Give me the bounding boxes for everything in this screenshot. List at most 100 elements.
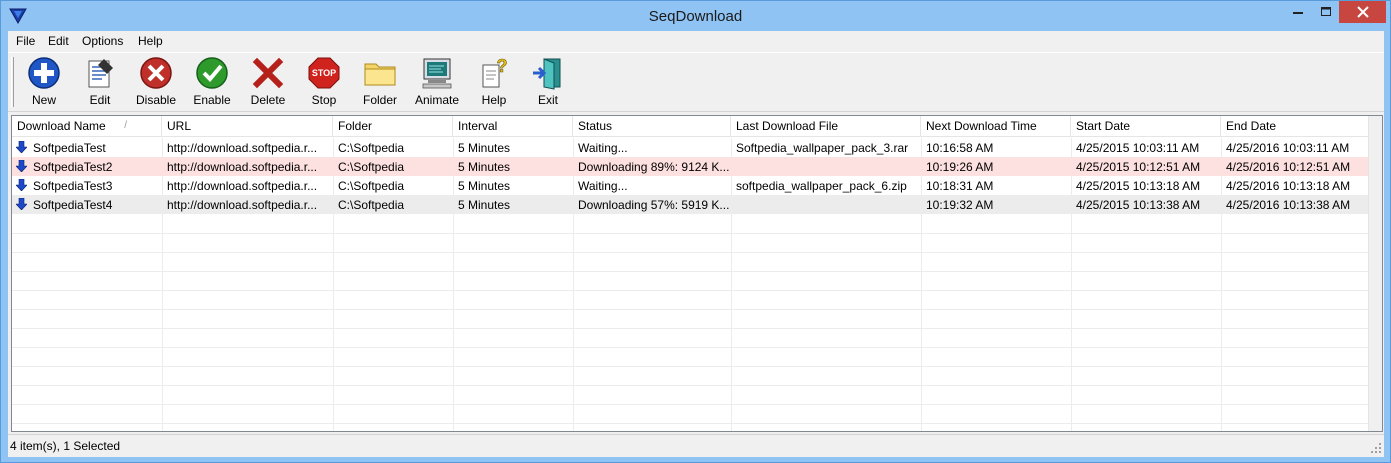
maximize-button[interactable] bbox=[1312, 1, 1339, 23]
folder-icon bbox=[364, 63, 396, 86]
column-header-folder[interactable]: Folder bbox=[333, 116, 453, 137]
menu-options[interactable]: Options bbox=[82, 34, 123, 48]
animate-label: Animate bbox=[414, 93, 460, 107]
minimize-icon bbox=[1293, 12, 1303, 14]
cell-next-download-time: 10:19:26 AM bbox=[926, 160, 994, 174]
enable-button[interactable]: Enable bbox=[190, 55, 234, 109]
list-header: Download Name / URL Folder Interval Stat… bbox=[12, 116, 1370, 137]
download-arrow-icon bbox=[16, 141, 27, 153]
maximize-icon bbox=[1320, 7, 1331, 16]
app-window: SeqDownload File Edit Options Help New E… bbox=[0, 0, 1391, 463]
download-arrow-icon bbox=[16, 179, 27, 191]
red-x-icon bbox=[252, 57, 284, 89]
vertical-scrollbar[interactable] bbox=[1368, 116, 1382, 431]
check-circle-icon bbox=[196, 57, 228, 89]
status-bar: 4 item(s), 1 Selected bbox=[8, 434, 1384, 456]
column-header-interval[interactable]: Interval bbox=[453, 116, 573, 137]
disable-x-circle-icon bbox=[140, 57, 172, 89]
cell-download-name: SoftpediaTest4 bbox=[33, 198, 113, 212]
new-button[interactable]: New bbox=[24, 55, 64, 109]
grid-line bbox=[12, 328, 1370, 329]
cell-end-date: 4/25/2016 10:03:11 AM bbox=[1226, 141, 1350, 155]
grid-line bbox=[12, 252, 1370, 253]
cell-last-download-file bbox=[731, 195, 921, 214]
delete-button[interactable]: Delete bbox=[248, 55, 288, 109]
cell-folder: C:\Softpedia bbox=[338, 179, 405, 193]
grid-line bbox=[12, 366, 1370, 367]
cell-interval: 5 Minutes bbox=[458, 198, 511, 212]
cell-end-date: 4/25/2016 10:12:51 AM bbox=[1226, 160, 1351, 174]
table-row[interactable]: SoftpediaTest http://download.softpedia.… bbox=[12, 138, 1370, 157]
delete-label: Delete bbox=[250, 93, 286, 107]
disable-label: Disable bbox=[135, 93, 177, 107]
cell-last-download-file: Softpedia_wallpaper_pack_3.rar bbox=[736, 141, 909, 155]
window-title: SeqDownload bbox=[648, 8, 743, 25]
resize-grip-icon[interactable] bbox=[1370, 442, 1382, 454]
cell-interval: 5 Minutes bbox=[458, 179, 511, 193]
minimize-button[interactable] bbox=[1284, 1, 1312, 23]
column-header-end-date[interactable]: End Date bbox=[1221, 116, 1370, 137]
cell-start-date: 4/25/2015 10:13:18 AM bbox=[1076, 179, 1201, 193]
exit-door-icon bbox=[533, 58, 561, 90]
toolbar-grip[interactable] bbox=[11, 57, 14, 107]
grid-line bbox=[12, 385, 1370, 386]
edit-document-icon bbox=[88, 59, 113, 88]
stop-label: Stop bbox=[311, 93, 337, 107]
column-header-status[interactable]: Status bbox=[573, 116, 731, 137]
disable-button[interactable]: Disable bbox=[134, 55, 178, 109]
cell-url: http://download.softpedia.r... bbox=[167, 160, 318, 174]
plus-circle-icon bbox=[28, 57, 60, 89]
stop-button[interactable]: STOP Stop bbox=[304, 55, 344, 109]
grid-line bbox=[12, 233, 1370, 234]
column-header-last-download-file[interactable]: Last Download File bbox=[731, 116, 921, 137]
help-label: Help bbox=[481, 93, 507, 107]
column-header-url[interactable]: URL bbox=[162, 116, 333, 137]
download-arrow-icon bbox=[16, 198, 27, 210]
enable-label: Enable bbox=[193, 93, 231, 107]
menu-help[interactable]: Help bbox=[138, 34, 163, 48]
close-button[interactable] bbox=[1339, 1, 1386, 23]
column-header-start-date[interactable]: Start Date bbox=[1071, 116, 1221, 137]
cell-next-download-time: 10:18:31 AM bbox=[926, 179, 994, 193]
folder-button[interactable]: Folder bbox=[360, 55, 400, 109]
exit-button[interactable]: Exit bbox=[528, 55, 568, 109]
cell-interval: 5 Minutes bbox=[458, 160, 511, 174]
cell-status: Waiting... bbox=[578, 179, 628, 193]
table-row[interactable]: SoftpediaTest3 http://download.softpedia… bbox=[12, 176, 1370, 195]
table-row-selected[interactable]: SoftpediaTest2 http://download.softpedia… bbox=[12, 157, 1370, 176]
menu-file[interactable]: File bbox=[16, 34, 35, 48]
cell-status: Downloading 89%: 9124 K... bbox=[578, 160, 730, 174]
table-row[interactable]: SoftpediaTest4 http://download.softpedia… bbox=[12, 195, 1370, 214]
download-arrow-icon bbox=[16, 160, 27, 172]
menu-edit[interactable]: Edit bbox=[48, 34, 69, 48]
cell-url: http://download.softpedia.r... bbox=[167, 179, 318, 193]
cell-next-download-time: 10:19:32 AM bbox=[926, 198, 994, 212]
status-text: 4 item(s), 1 Selected bbox=[10, 439, 121, 453]
cell-end-date: 4/25/2016 10:13:38 AM bbox=[1226, 198, 1351, 212]
help-button[interactable]: ? Help bbox=[474, 55, 514, 109]
cell-start-date: 4/25/2015 10:03:11 AM bbox=[1076, 141, 1200, 155]
question-doc-icon: ? bbox=[482, 56, 508, 88]
stop-sign-icon: STOP bbox=[308, 57, 340, 89]
cell-folder: C:\Softpedia bbox=[338, 160, 405, 174]
exit-label: Exit bbox=[537, 93, 558, 107]
toolbar: New Edit Disable Enable Delete STOP Stop… bbox=[8, 52, 1384, 112]
grid-line bbox=[12, 423, 1370, 424]
edit-button[interactable]: Edit bbox=[80, 55, 120, 109]
new-label: New bbox=[31, 93, 56, 107]
grid-line bbox=[12, 347, 1370, 348]
cell-start-date: 4/25/2015 10:13:38 AM bbox=[1076, 198, 1201, 212]
cell-end-date: 4/25/2016 10:13:18 AM bbox=[1226, 179, 1351, 193]
cell-url: http://download.softpedia.r... bbox=[167, 141, 318, 155]
column-label: Download Name bbox=[17, 119, 106, 133]
cell-status: Waiting... bbox=[578, 141, 628, 155]
animate-button[interactable]: Animate bbox=[410, 55, 464, 109]
column-header-next-download-time[interactable]: Next Download Time bbox=[921, 116, 1071, 137]
downloads-list[interactable]: Download Name / URL Folder Interval Stat… bbox=[11, 115, 1383, 432]
cell-folder: C:\Softpedia bbox=[338, 198, 405, 212]
column-header-download-name[interactable]: Download Name / bbox=[12, 116, 162, 137]
cell-download-name: SoftpediaTest bbox=[33, 141, 106, 155]
cell-next-download-time: 10:16:58 AM bbox=[926, 141, 994, 155]
svg-text:?: ? bbox=[497, 56, 508, 76]
title-bar[interactable]: SeqDownload bbox=[1, 1, 1390, 31]
